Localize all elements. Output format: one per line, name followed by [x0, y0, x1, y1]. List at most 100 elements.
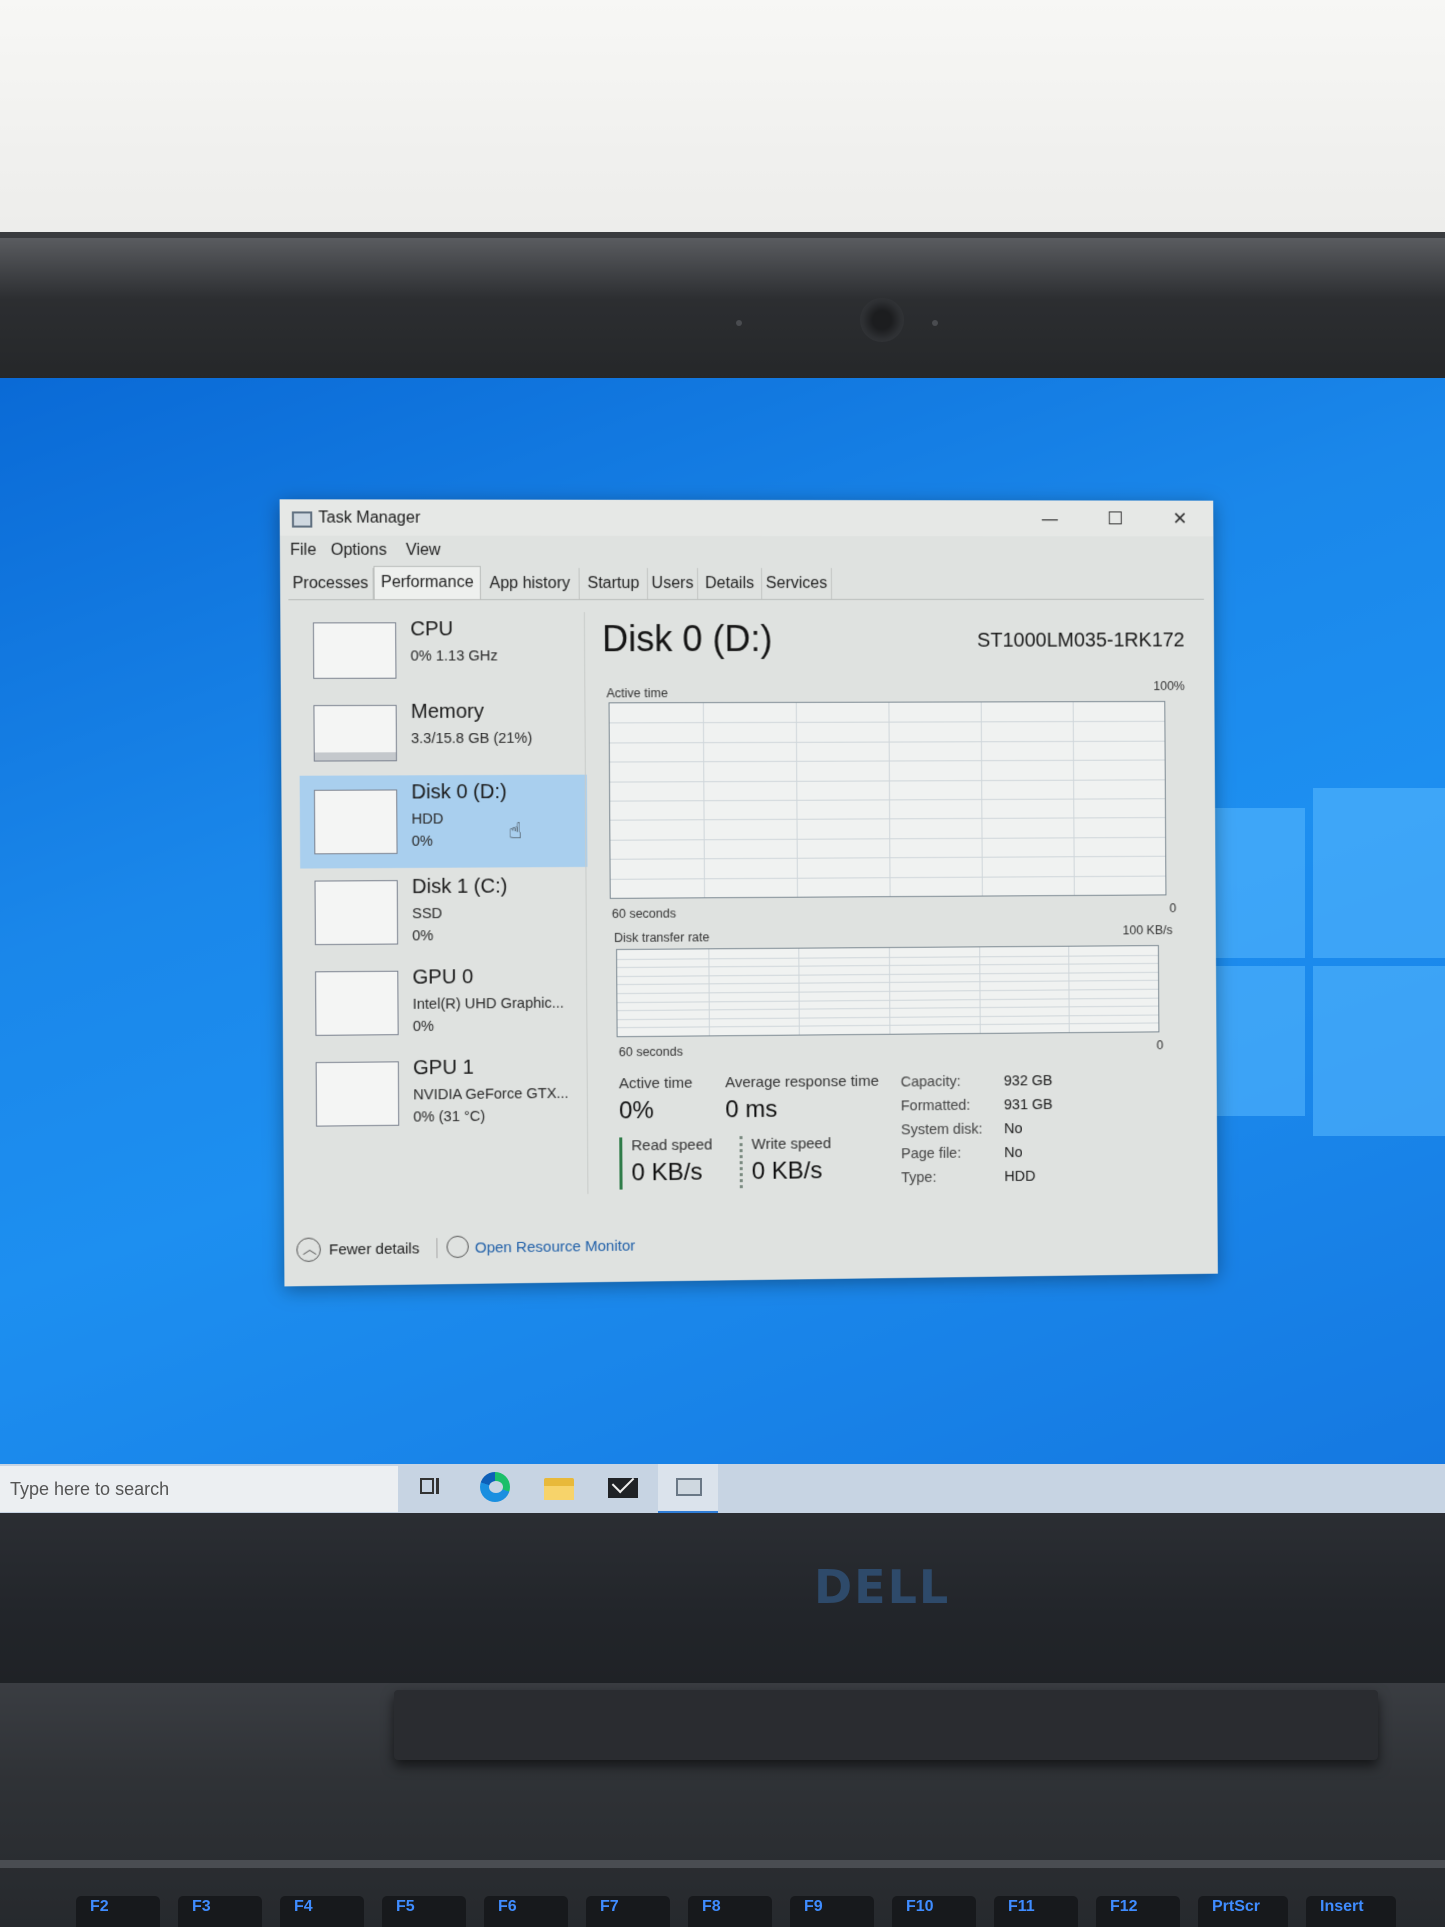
tab-app-history[interactable]: App history — [480, 567, 580, 600]
task-view-icon[interactable] — [414, 1472, 448, 1504]
resource-name: Disk 0 (D:) — [411, 780, 507, 804]
resource-detail: 0% 1.13 GHz — [410, 648, 498, 665]
tab-performance[interactable]: Performance — [373, 565, 481, 600]
fewer-details-link[interactable]: Fewer details — [329, 1240, 420, 1258]
graph1-max: 100% — [1153, 679, 1185, 694]
desktop-screen: Task Manager — ☐ ✕ File Options View Pro… — [0, 378, 1445, 1513]
capacity-key: Capacity: — [900, 1073, 961, 1091]
graph-gridline — [617, 963, 1159, 969]
graph-gridline — [609, 759, 1165, 763]
memory-thumbnail-graph — [313, 704, 397, 762]
tab-details[interactable]: Details — [698, 567, 763, 600]
tab-services[interactable]: Services — [762, 567, 833, 599]
graph-gridline — [610, 778, 1165, 783]
resource-memory[interactable]: Memory 3.3/15.8 GB (21%) — [299, 694, 587, 785]
file-explorer-icon[interactable] — [542, 1472, 576, 1504]
maximize-button[interactable]: ☐ — [1087, 504, 1142, 534]
avg-response-value: 0 ms — [725, 1095, 778, 1124]
resource-name: Disk 1 (C:) — [411, 875, 508, 899]
disk0-thumbnail-graph — [313, 789, 398, 855]
search-box[interactable]: Type here to search — [0, 1466, 398, 1512]
key-f5: F5 — [382, 1896, 466, 1927]
cpu-thumbnail-graph — [312, 622, 397, 679]
disk-detail-panel: Disk 0 (D:) ST1000LM035-1RK172 Active ti… — [602, 604, 1202, 1206]
graph-gridline — [617, 997, 1159, 1003]
write-speed-label: Write speed — [751, 1135, 832, 1154]
tab-processes[interactable]: Processes — [288, 567, 374, 600]
read-speed-value: 0 KB/s — [631, 1158, 703, 1187]
resource-usage: 0% — [411, 833, 433, 850]
mail-icon[interactable] — [606, 1470, 640, 1504]
sensor-dot — [736, 320, 742, 326]
resource-name: Memory — [410, 700, 484, 723]
task-manager-app-icon — [291, 511, 313, 528]
system-disk-value: No — [1004, 1121, 1023, 1138]
windows-logo-wallpaper — [1205, 788, 1445, 1188]
disk-transfer-rate-graph — [616, 945, 1160, 1038]
graph1-min: 0 — [1169, 901, 1177, 916]
dell-logo: DELL — [814, 1560, 951, 1614]
resource-detail: 3.3/15.8 GB (21%) — [410, 730, 533, 748]
resource-gpu1[interactable]: GPU 1 NVIDIA GeForce GTX... 0% (31 °C) — [301, 1050, 589, 1143]
task-manager-window: Task Manager — ☐ ✕ File Options View Pro… — [279, 499, 1218, 1287]
menu-view[interactable]: View — [406, 542, 441, 560]
resource-gpu0[interactable]: GPU 0 Intel(R) UHD Graphic... 0% — [301, 959, 589, 1052]
graph-gridline — [617, 988, 1159, 995]
resource-monitor-icon[interactable] — [446, 1235, 469, 1259]
tab-startup[interactable]: Startup — [579, 567, 649, 600]
graph-gridline — [617, 954, 1158, 960]
formatted-value: 931 GB — [1003, 1096, 1053, 1114]
resource-disk1[interactable]: Disk 1 (C:) SSD 0% — [300, 869, 588, 961]
laptop-hinge — [394, 1690, 1378, 1760]
active-time-label: Active time — [618, 1074, 693, 1093]
type-value: HDD — [1004, 1168, 1036, 1186]
deck-edge — [0, 1860, 1445, 1868]
resource-detail: SSD — [412, 905, 443, 923]
gpu1-thumbnail-graph — [315, 1061, 400, 1127]
graph2-min: 0 — [1156, 1038, 1164, 1053]
key-prtscr: PrtScr — [1198, 1896, 1288, 1927]
resource-usage: 0% — [412, 1018, 435, 1036]
tab-strip: Processes Performance App history Startu… — [288, 565, 1204, 601]
close-button[interactable]: ✕ — [1152, 505, 1207, 535]
key-f10: F10 — [892, 1896, 976, 1927]
resource-usage: 0% (31 °C) — [413, 1108, 486, 1126]
capacity-value: 932 GB — [1003, 1073, 1053, 1090]
graph-gridline — [610, 817, 1165, 822]
write-speed-value: 0 KB/s — [751, 1157, 823, 1186]
graph-gridline — [609, 721, 1165, 724]
graph-gridline — [617, 971, 1159, 977]
disk1-thumbnail-graph — [314, 880, 399, 946]
footer-divider — [436, 1238, 438, 1259]
task-manager-taskbar-icon[interactable] — [658, 1464, 718, 1513]
key-f8: F8 — [688, 1896, 772, 1927]
write-speed-indicator — [739, 1136, 743, 1189]
resource-cpu[interactable]: CPU 0% 1.13 GHz — [299, 612, 587, 703]
resource-usage: 0% — [412, 928, 434, 945]
key-f6: F6 — [484, 1896, 568, 1927]
graph-gridline — [617, 980, 1159, 986]
graph1-time: 60 seconds — [611, 906, 677, 921]
resource-disk0[interactable]: Disk 0 (D:) HDD 0% ☝ — [299, 774, 588, 869]
page-file-key: Page file: — [901, 1145, 962, 1163]
menu-bar: File Options View — [280, 538, 1214, 564]
tab-users[interactable]: Users — [647, 567, 699, 600]
menu-file[interactable]: File — [290, 542, 316, 560]
title-bar[interactable]: Task Manager — ☐ ✕ — [279, 499, 1214, 537]
avg-response-label: Average response time — [725, 1072, 879, 1092]
chevron-up-icon[interactable]: ︿ — [296, 1237, 321, 1263]
key-insert: Insert — [1306, 1896, 1396, 1927]
minimize-button[interactable]: — — [1022, 504, 1078, 534]
menu-options[interactable]: Options — [331, 542, 387, 560]
disk-model: ST1000LM035-1RK172 — [977, 629, 1185, 652]
resource-detail: NVIDIA GeForce GTX... — [413, 1085, 569, 1104]
edge-icon[interactable] — [478, 1472, 512, 1504]
graph1-label: Active time — [606, 686, 668, 701]
open-resource-monitor-link[interactable]: Open Resource Monitor — [475, 1238, 635, 1257]
resource-name: GPU 1 — [412, 1056, 474, 1080]
taskbar: Type here to search — [0, 1464, 1445, 1513]
read-speed-indicator — [619, 1137, 623, 1190]
laptop-bottom-bezel — [0, 1513, 1445, 1683]
graph2-max: 100 KB/s — [1122, 923, 1173, 938]
active-time-value: 0% — [618, 1097, 654, 1125]
